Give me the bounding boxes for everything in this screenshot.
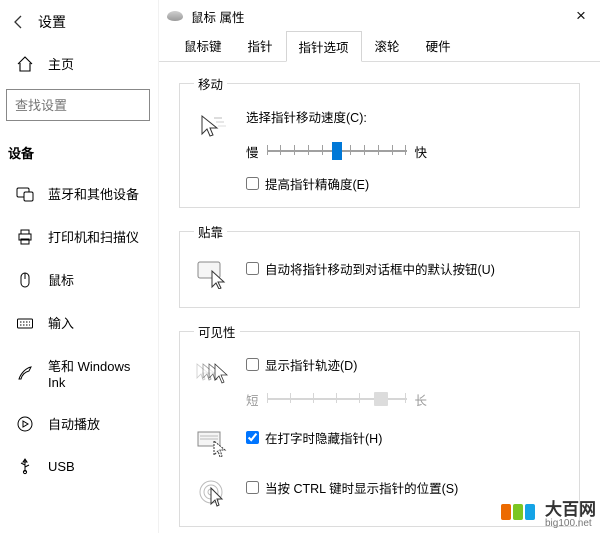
- group-motion: 移动 选择指针移动速度(C): 慢: [179, 74, 580, 208]
- snap-to-row[interactable]: 自动将指针移动到对话框中的默认按钮(U): [246, 259, 565, 278]
- group-visibility-legend: 可见性: [194, 322, 240, 341]
- sidebar-item-mouse[interactable]: 鼠标: [0, 258, 158, 301]
- pointer-trails-checkbox[interactable]: [246, 358, 259, 371]
- sidebar-item-pen[interactable]: 笔和 Windows Ink: [0, 344, 158, 402]
- hide-while-typing-icon: [194, 424, 232, 462]
- sidebar-item-bluetooth[interactable]: 蓝牙和其他设备: [0, 172, 158, 215]
- bluetooth-devices-icon: [16, 185, 34, 203]
- sidebar-item-label: 主页: [48, 54, 74, 73]
- hide-while-typing-checkbox[interactable]: [246, 431, 259, 444]
- ctrl-locate-label: 当按 CTRL 键时显示指针的位置(S): [265, 478, 458, 497]
- slider-slow-label: 慢: [246, 142, 259, 161]
- mouse-properties-dialog: 鼠标 属性 × 鼠标键 指针 指针选项 滚轮 硬件 移动: [158, 0, 600, 533]
- watermark-brand: 大百网: [545, 495, 596, 520]
- usb-icon: [16, 457, 34, 475]
- watermark-domain: big100.net: [545, 518, 596, 529]
- search-input[interactable]: [6, 89, 150, 121]
- pointer-trails-slider: [267, 386, 407, 412]
- hide-while-typing-row[interactable]: 在打字时隐藏指针(H): [246, 428, 565, 447]
- enhance-precision-row[interactable]: 提高指针精确度(E): [246, 174, 565, 193]
- settings-sidebar: 设置 主页 设备 蓝牙和其他设备 打印机和扫描仪 鼠标: [0, 0, 158, 533]
- home-icon: [16, 55, 34, 73]
- snap-to-icon: [194, 255, 232, 293]
- search-wrap: [0, 83, 158, 133]
- tab-pointers[interactable]: 指针: [235, 30, 286, 61]
- dialog-title: 鼠标 属性: [191, 7, 244, 26]
- autoplay-icon: [16, 415, 34, 433]
- pointer-trails-row[interactable]: 显示指针轨迹(D): [246, 355, 565, 374]
- settings-title: 设置: [38, 12, 66, 32]
- settings-header: 设置: [0, 0, 158, 44]
- sidebar-item-label: 输入: [48, 313, 74, 332]
- pointer-speed-label: 选择指针移动速度(C):: [246, 107, 565, 126]
- trails-long-label: 长: [415, 390, 428, 409]
- mouse-titlebar-icon: [167, 11, 183, 21]
- slider-fast-label: 快: [415, 142, 428, 161]
- sidebar-item-autoplay[interactable]: 自动播放: [0, 402, 158, 445]
- pointer-trails-icon: [194, 355, 232, 393]
- trails-short-label: 短: [246, 390, 259, 409]
- sidebar-item-printers[interactable]: 打印机和扫描仪: [0, 215, 158, 258]
- pointer-speed-icon: [194, 107, 232, 145]
- watermark: 大百网 big100.net: [501, 495, 596, 529]
- sidebar-category: 设备: [0, 133, 158, 172]
- mouse-icon: [16, 271, 34, 289]
- back-icon[interactable]: [10, 13, 28, 31]
- sidebar-item-label: 蓝牙和其他设备: [48, 184, 139, 203]
- dialog-title-bar: 鼠标 属性 ×: [159, 0, 600, 32]
- sidebar-item-label: USB: [48, 459, 75, 474]
- pointer-speed-slider[interactable]: [267, 138, 407, 164]
- sidebar-item-typing[interactable]: 输入: [0, 301, 158, 344]
- printer-icon: [16, 228, 34, 246]
- tab-hardware[interactable]: 硬件: [413, 30, 464, 61]
- enhance-precision-checkbox[interactable]: [246, 177, 259, 190]
- sidebar-item-label: 笔和 Windows Ink: [48, 356, 142, 390]
- ctrl-locate-checkbox[interactable]: [246, 481, 259, 494]
- hide-while-typing-label: 在打字时隐藏指针(H): [265, 428, 382, 447]
- pointer-trails-label: 显示指针轨迹(D): [265, 355, 357, 374]
- sidebar-item-label: 打印机和扫描仪: [48, 227, 139, 246]
- group-snap: 贴靠 自动将指针移动到对话框中的默认按钮(U): [179, 222, 580, 308]
- tab-buttons[interactable]: 鼠标键: [171, 30, 235, 61]
- group-motion-legend: 移动: [194, 74, 227, 93]
- snap-to-checkbox[interactable]: [246, 262, 259, 275]
- ctrl-locate-icon: [194, 474, 232, 512]
- group-snap-legend: 贴靠: [194, 222, 227, 241]
- sidebar-item-usb[interactable]: USB: [0, 445, 158, 487]
- sidebar-item-label: 鼠标: [48, 270, 74, 289]
- pen-icon: [16, 364, 34, 382]
- dialog-body: 移动 选择指针移动速度(C): 慢: [159, 62, 600, 527]
- snap-to-label: 自动将指针移动到对话框中的默认按钮(U): [265, 259, 495, 278]
- sidebar-list: 蓝牙和其他设备 打印机和扫描仪 鼠标 输入 笔和 Windows Ink: [0, 172, 158, 487]
- tab-strip: 鼠标键 指针 指针选项 滚轮 硬件: [159, 32, 600, 62]
- close-icon[interactable]: ×: [570, 6, 592, 26]
- keyboard-icon: [16, 314, 34, 332]
- tab-wheel[interactable]: 滚轮: [362, 30, 413, 61]
- watermark-logo-icon: [501, 504, 535, 520]
- tab-pointer-options[interactable]: 指针选项: [286, 31, 362, 62]
- enhance-precision-label: 提高指针精确度(E): [265, 174, 369, 193]
- sidebar-item-home[interactable]: 主页: [0, 44, 158, 83]
- sidebar-item-label: 自动播放: [48, 414, 100, 433]
